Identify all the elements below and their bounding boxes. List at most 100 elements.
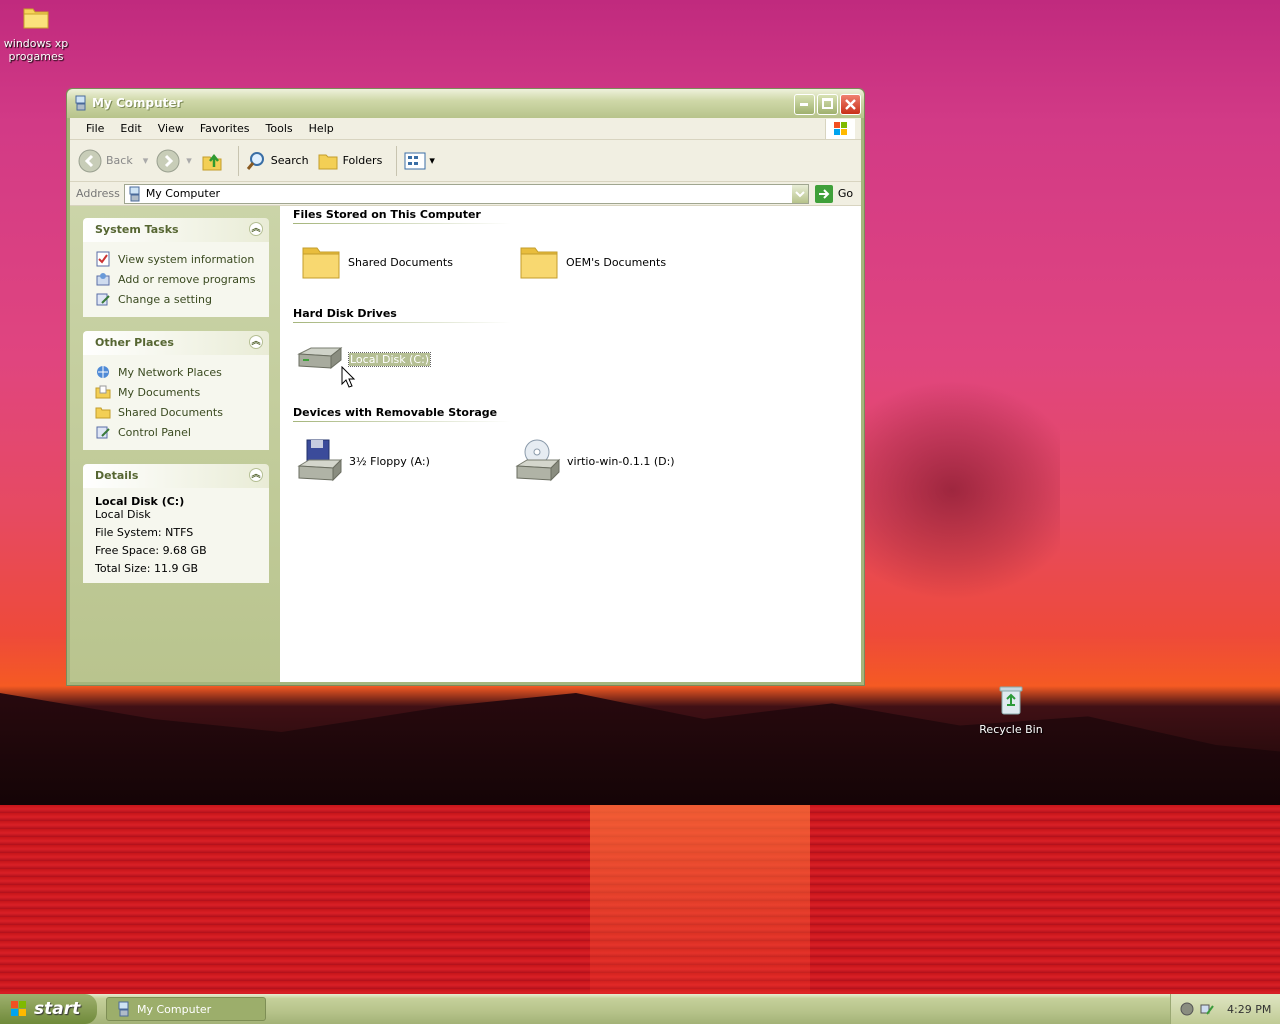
folder-icon — [95, 407, 111, 419]
documents-folder-icon — [95, 385, 111, 399]
go-label: Go — [837, 187, 854, 200]
hard-disk-icon — [297, 346, 343, 370]
panel-body: Local Disk (C:) Local Disk File System: … — [83, 488, 269, 583]
item-cd-drive-d[interactable]: virtio-win-0.1.1 (D:) — [513, 438, 675, 484]
other-places-header[interactable]: Other Places ︽ — [83, 331, 269, 355]
item-label: OEM's Documents — [566, 255, 667, 269]
computer-icon — [129, 186, 140, 201]
item-shared-documents[interactable]: Shared Documents — [300, 242, 453, 282]
add-remove-programs-icon — [96, 273, 110, 286]
toolbar: Back ▾ ▾ Search Folders ▾ — [70, 140, 861, 182]
search-button[interactable]: Search — [245, 150, 309, 172]
folders-label: Folders — [342, 154, 383, 167]
collapse-icon[interactable]: ︽ — [249, 222, 263, 236]
taskbar: start My Computer 4:29 PM — [0, 994, 1280, 1024]
item-floppy-a[interactable]: 3½ Floppy (A:) — [295, 438, 430, 484]
menu-edit[interactable]: Edit — [112, 122, 149, 135]
menu-help[interactable]: Help — [301, 122, 342, 135]
task-label: Add or remove programs — [118, 272, 256, 286]
windows-flag-icon — [834, 122, 847, 135]
address-value: My Computer — [145, 187, 220, 200]
system-info-icon — [96, 251, 110, 267]
forward-dropdown-icon[interactable]: ▾ — [186, 154, 192, 167]
place-shared-documents[interactable]: Shared Documents — [95, 402, 259, 422]
folder-icon — [302, 247, 340, 279]
folders-button[interactable]: Folders — [317, 151, 383, 171]
item-oems-documents[interactable]: OEM's Documents — [518, 242, 666, 282]
details-panel: Details ︽ Local Disk (C:) Local Disk Fil… — [83, 464, 269, 583]
task-label: View system information — [118, 252, 255, 266]
start-label: start — [34, 999, 81, 1019]
panel-title: Other Places — [95, 336, 174, 349]
start-button[interactable]: start — [0, 994, 97, 1024]
computer-icon — [75, 95, 86, 111]
collapse-icon[interactable]: ︽ — [249, 335, 263, 349]
forward-button[interactable]: ▾ — [156, 149, 192, 173]
place-my-documents[interactable]: My Documents — [95, 382, 259, 402]
maximize-button[interactable] — [817, 94, 838, 115]
views-button[interactable]: ▾ — [403, 151, 435, 171]
minimize-button[interactable] — [794, 94, 815, 115]
group-divider — [293, 223, 511, 224]
mouse-cursor-icon — [341, 366, 356, 388]
details-file-system: File System: NTFS — [95, 526, 194, 539]
my-computer-window[interactable]: My Computer File Edit View Favorites Too… — [66, 88, 865, 686]
menu-favorites[interactable]: Favorites — [192, 122, 258, 135]
desktop-icon-progames[interactable]: windows xp progames — [0, 4, 74, 63]
folder-icon — [23, 8, 49, 29]
system-tasks-panel: System Tasks ︽ View system information A… — [83, 218, 269, 317]
cd-drive-icon — [515, 439, 561, 482]
menu-view[interactable]: View — [150, 122, 192, 135]
wallpaper-reflection — [590, 805, 810, 995]
group-header-files: Files Stored on This Computer — [293, 208, 481, 221]
collapse-icon[interactable]: ︽ — [249, 468, 263, 482]
task-change-setting[interactable]: Change a setting — [95, 289, 259, 309]
search-icon — [246, 151, 264, 170]
task-pane: System Tasks ︽ View system information A… — [70, 206, 280, 682]
menu-tools[interactable]: Tools — [258, 122, 301, 135]
item-label: Local Disk (C:) — [347, 351, 432, 367]
details-header[interactable]: Details ︽ — [83, 464, 269, 488]
item-label: Shared Documents — [348, 255, 453, 269]
group-divider — [293, 421, 511, 422]
window-title: My Computer — [92, 96, 183, 110]
back-dropdown-icon[interactable]: ▾ — [143, 154, 149, 167]
details-name: Local Disk (C:) — [95, 495, 185, 508]
up-folder-button[interactable] — [200, 149, 224, 173]
item-label: 3½ Floppy (A:) — [349, 454, 430, 468]
windows-flag-icon — [11, 1001, 26, 1016]
place-my-network-places[interactable]: My Network Places — [95, 362, 259, 382]
up-folder-icon — [202, 153, 222, 170]
desktop-icon-label: windows xp progames — [3, 37, 69, 63]
desktop-icon-label: Recycle Bin — [979, 723, 1043, 736]
panel-title: Details — [95, 469, 139, 482]
close-button[interactable] — [840, 94, 861, 115]
item-local-disk-c[interactable]: Local Disk (C:) — [295, 344, 432, 374]
address-field[interactable]: My Computer — [123, 183, 809, 204]
place-label: Control Panel — [118, 425, 191, 439]
folder-icon — [520, 247, 558, 279]
control-panel-icon — [96, 426, 110, 439]
details-total-size: Total Size: 11.9 GB — [95, 562, 199, 575]
menu-file[interactable]: File — [78, 122, 112, 135]
task-view-system-info[interactable]: View system information — [95, 249, 259, 269]
search-label: Search — [270, 154, 309, 167]
task-add-remove-programs[interactable]: Add or remove programs — [95, 269, 259, 289]
window-titlebar[interactable]: My Computer — [67, 89, 864, 118]
back-button[interactable]: Back ▾ — [78, 149, 148, 173]
network-places-icon — [97, 366, 109, 378]
taskbar-item-my-computer[interactable]: My Computer — [106, 997, 266, 1021]
desktop-icon-recycle-bin[interactable]: Recycle Bin — [973, 684, 1049, 736]
tray-network-icon[interactable] — [1199, 1001, 1215, 1017]
back-arrow-icon — [78, 149, 102, 172]
window-content: System Tasks ︽ View system information A… — [70, 206, 861, 682]
views-icon — [404, 152, 426, 169]
toolbar-separator — [237, 145, 239, 176]
close-icon — [845, 99, 856, 110]
system-tasks-header[interactable]: System Tasks ︽ — [83, 218, 269, 242]
place-control-panel[interactable]: Control Panel — [95, 422, 259, 442]
panel-body: My Network Places My Documents Shared Do… — [83, 355, 269, 450]
go-button[interactable]: Go — [814, 184, 854, 203]
address-dropdown-button[interactable] — [791, 184, 808, 203]
tray-shield-icon[interactable] — [1179, 1001, 1195, 1017]
